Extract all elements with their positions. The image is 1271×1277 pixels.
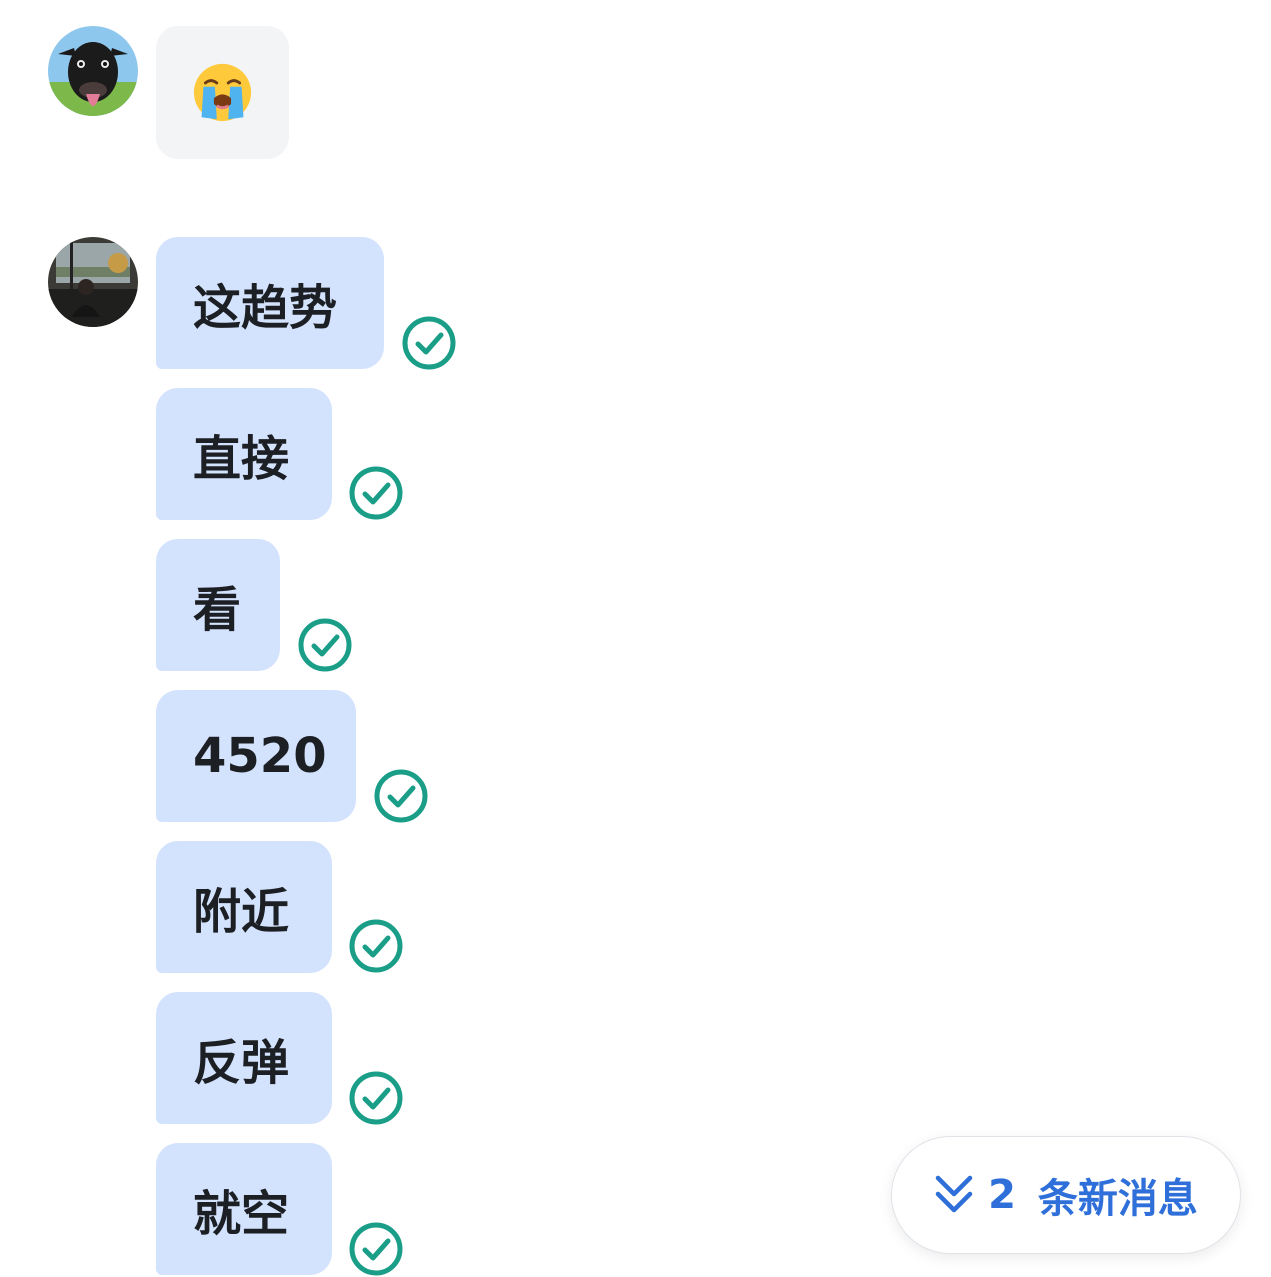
person-avatar-icon <box>48 237 138 327</box>
message-text: 4520 <box>193 728 327 784</box>
incoming-emoji-message[interactable] <box>156 26 289 159</box>
message-text: 这趋势 <box>193 280 338 336</box>
message-bubble[interactable]: 就空 <box>156 1143 332 1275</box>
message-text: 直接 <box>193 431 290 487</box>
message-bubble[interactable]: 4520 <box>156 690 356 822</box>
read-check-icon <box>401 315 457 371</box>
loudly-crying-face-emoji-icon <box>193 63 252 122</box>
cow-avatar[interactable] <box>48 26 138 116</box>
read-check-icon <box>348 1070 404 1126</box>
read-check-icon <box>297 617 353 673</box>
new-messages-count: 2 <box>988 1172 1016 1218</box>
person-avatar[interactable] <box>48 237 138 327</box>
message-bubble[interactable]: 这趋势 <box>156 237 384 369</box>
message-bubble[interactable]: 附近 <box>156 841 332 973</box>
message-text: 看 <box>193 582 242 638</box>
message-bubble[interactable]: 反弹 <box>156 992 332 1124</box>
read-check-icon <box>348 918 404 974</box>
new-messages-label: 条新消息 <box>1037 1176 1198 1222</box>
read-check-icon <box>348 1221 404 1277</box>
cow-avatar-icon <box>48 26 138 116</box>
new-messages-button[interactable]: 2 条新消息 <box>891 1136 1241 1254</box>
message-text: 附近 <box>193 884 290 940</box>
read-check-icon <box>348 465 404 521</box>
message-text: 就空 <box>193 1186 290 1242</box>
read-check-icon <box>373 768 429 824</box>
message-bubble[interactable]: 看 <box>156 539 280 671</box>
message-text: 反弹 <box>193 1035 290 1091</box>
double-chevron-down-icon <box>934 1172 974 1218</box>
message-bubble[interactable]: 直接 <box>156 388 332 520</box>
